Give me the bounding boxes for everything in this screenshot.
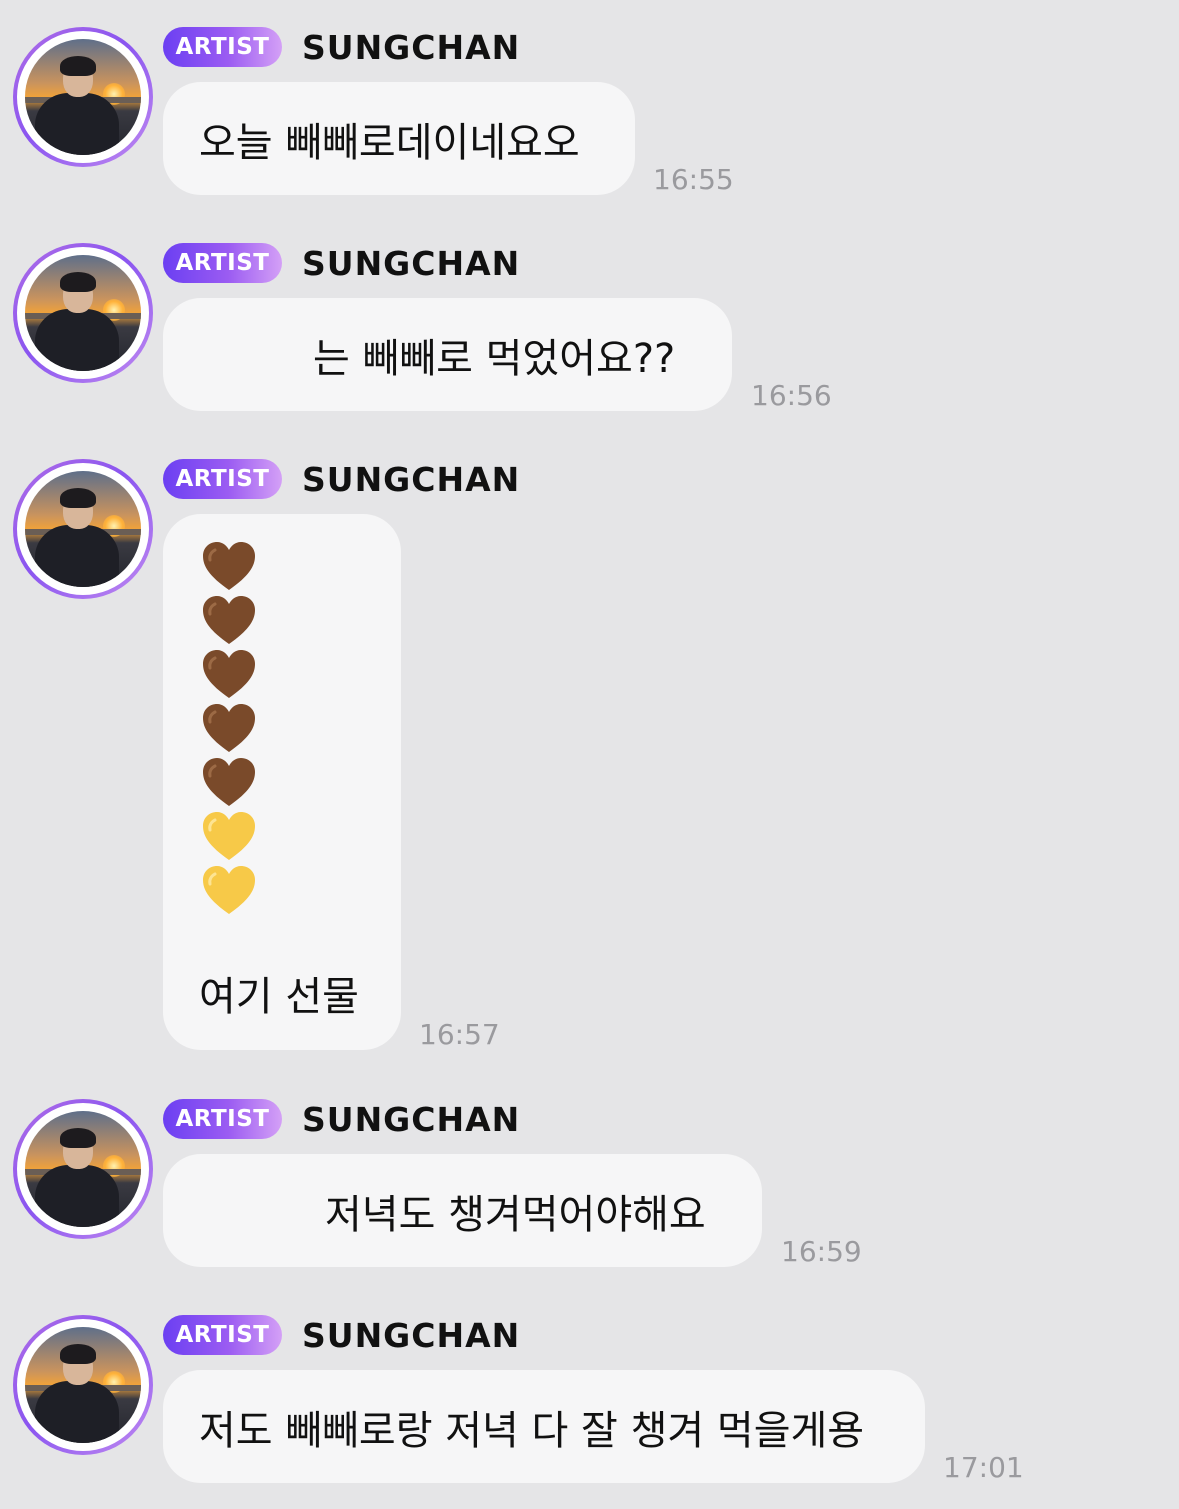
message-bubble[interactable]: 저도 빼빼로랑 저녁 다 잘 챙겨 먹을게용 — [163, 1370, 925, 1483]
message-header: ARTIST SUNGCHAN — [163, 27, 520, 67]
sender-name[interactable]: SUNGCHAN — [302, 460, 520, 499]
message-header: ARTIST SUNGCHAN — [163, 243, 520, 283]
sender-name[interactable]: SUNGCHAN — [302, 28, 520, 67]
avatar[interactable] — [13, 27, 153, 167]
artist-badge: ARTIST — [163, 1099, 282, 1139]
message-timestamp: 16:57 — [419, 1018, 500, 1051]
artist-badge: ARTIST — [163, 459, 282, 499]
message-timestamp: 17:01 — [943, 1451, 1024, 1484]
message-bubble[interactable]: 여기 선물 — [163, 514, 401, 1050]
message-text: 여기 선물 — [199, 974, 359, 1020]
sender-name[interactable]: SUNGCHAN — [302, 244, 520, 283]
brown-heart-icon — [203, 596, 255, 644]
avatar[interactable] — [13, 243, 153, 383]
artist-badge: ARTIST — [163, 1315, 282, 1355]
yellow-heart-icon — [203, 812, 255, 860]
avatar[interactable] — [13, 1315, 153, 1455]
sender-name[interactable]: SUNGCHAN — [302, 1100, 520, 1139]
message-header: ARTIST SUNGCHAN — [163, 1099, 520, 1139]
message-bubble[interactable]: 오늘 빼빼로데이네요오 — [163, 82, 635, 195]
message-timestamp: 16:55 — [653, 163, 734, 196]
message-timestamp: 16:59 — [781, 1235, 862, 1268]
message-timestamp: 16:56 — [751, 379, 832, 412]
artist-badge: ARTIST — [163, 243, 282, 283]
brown-heart-icon — [203, 542, 255, 590]
avatar[interactable] — [13, 459, 153, 599]
message-text: 는 빼빼로 먹었어요?? — [313, 335, 676, 382]
brown-heart-icon — [203, 758, 255, 806]
brown-heart-icon — [203, 650, 255, 698]
message-header: ARTIST SUNGCHAN — [163, 459, 520, 499]
brown-heart-icon — [203, 704, 255, 752]
message-bubble[interactable]: 는 빼빼로 먹었어요?? — [163, 298, 732, 411]
message-text: 저녁도 챙겨먹어야해요 — [325, 1191, 706, 1238]
yellow-heart-icon — [203, 866, 255, 914]
artist-badge: ARTIST — [163, 27, 282, 67]
message-bubble[interactable]: 저녁도 챙겨먹어야해요 — [163, 1154, 762, 1267]
message-header: ARTIST SUNGCHAN — [163, 1315, 520, 1355]
sender-name[interactable]: SUNGCHAN — [302, 1316, 520, 1355]
avatar[interactable] — [13, 1099, 153, 1239]
